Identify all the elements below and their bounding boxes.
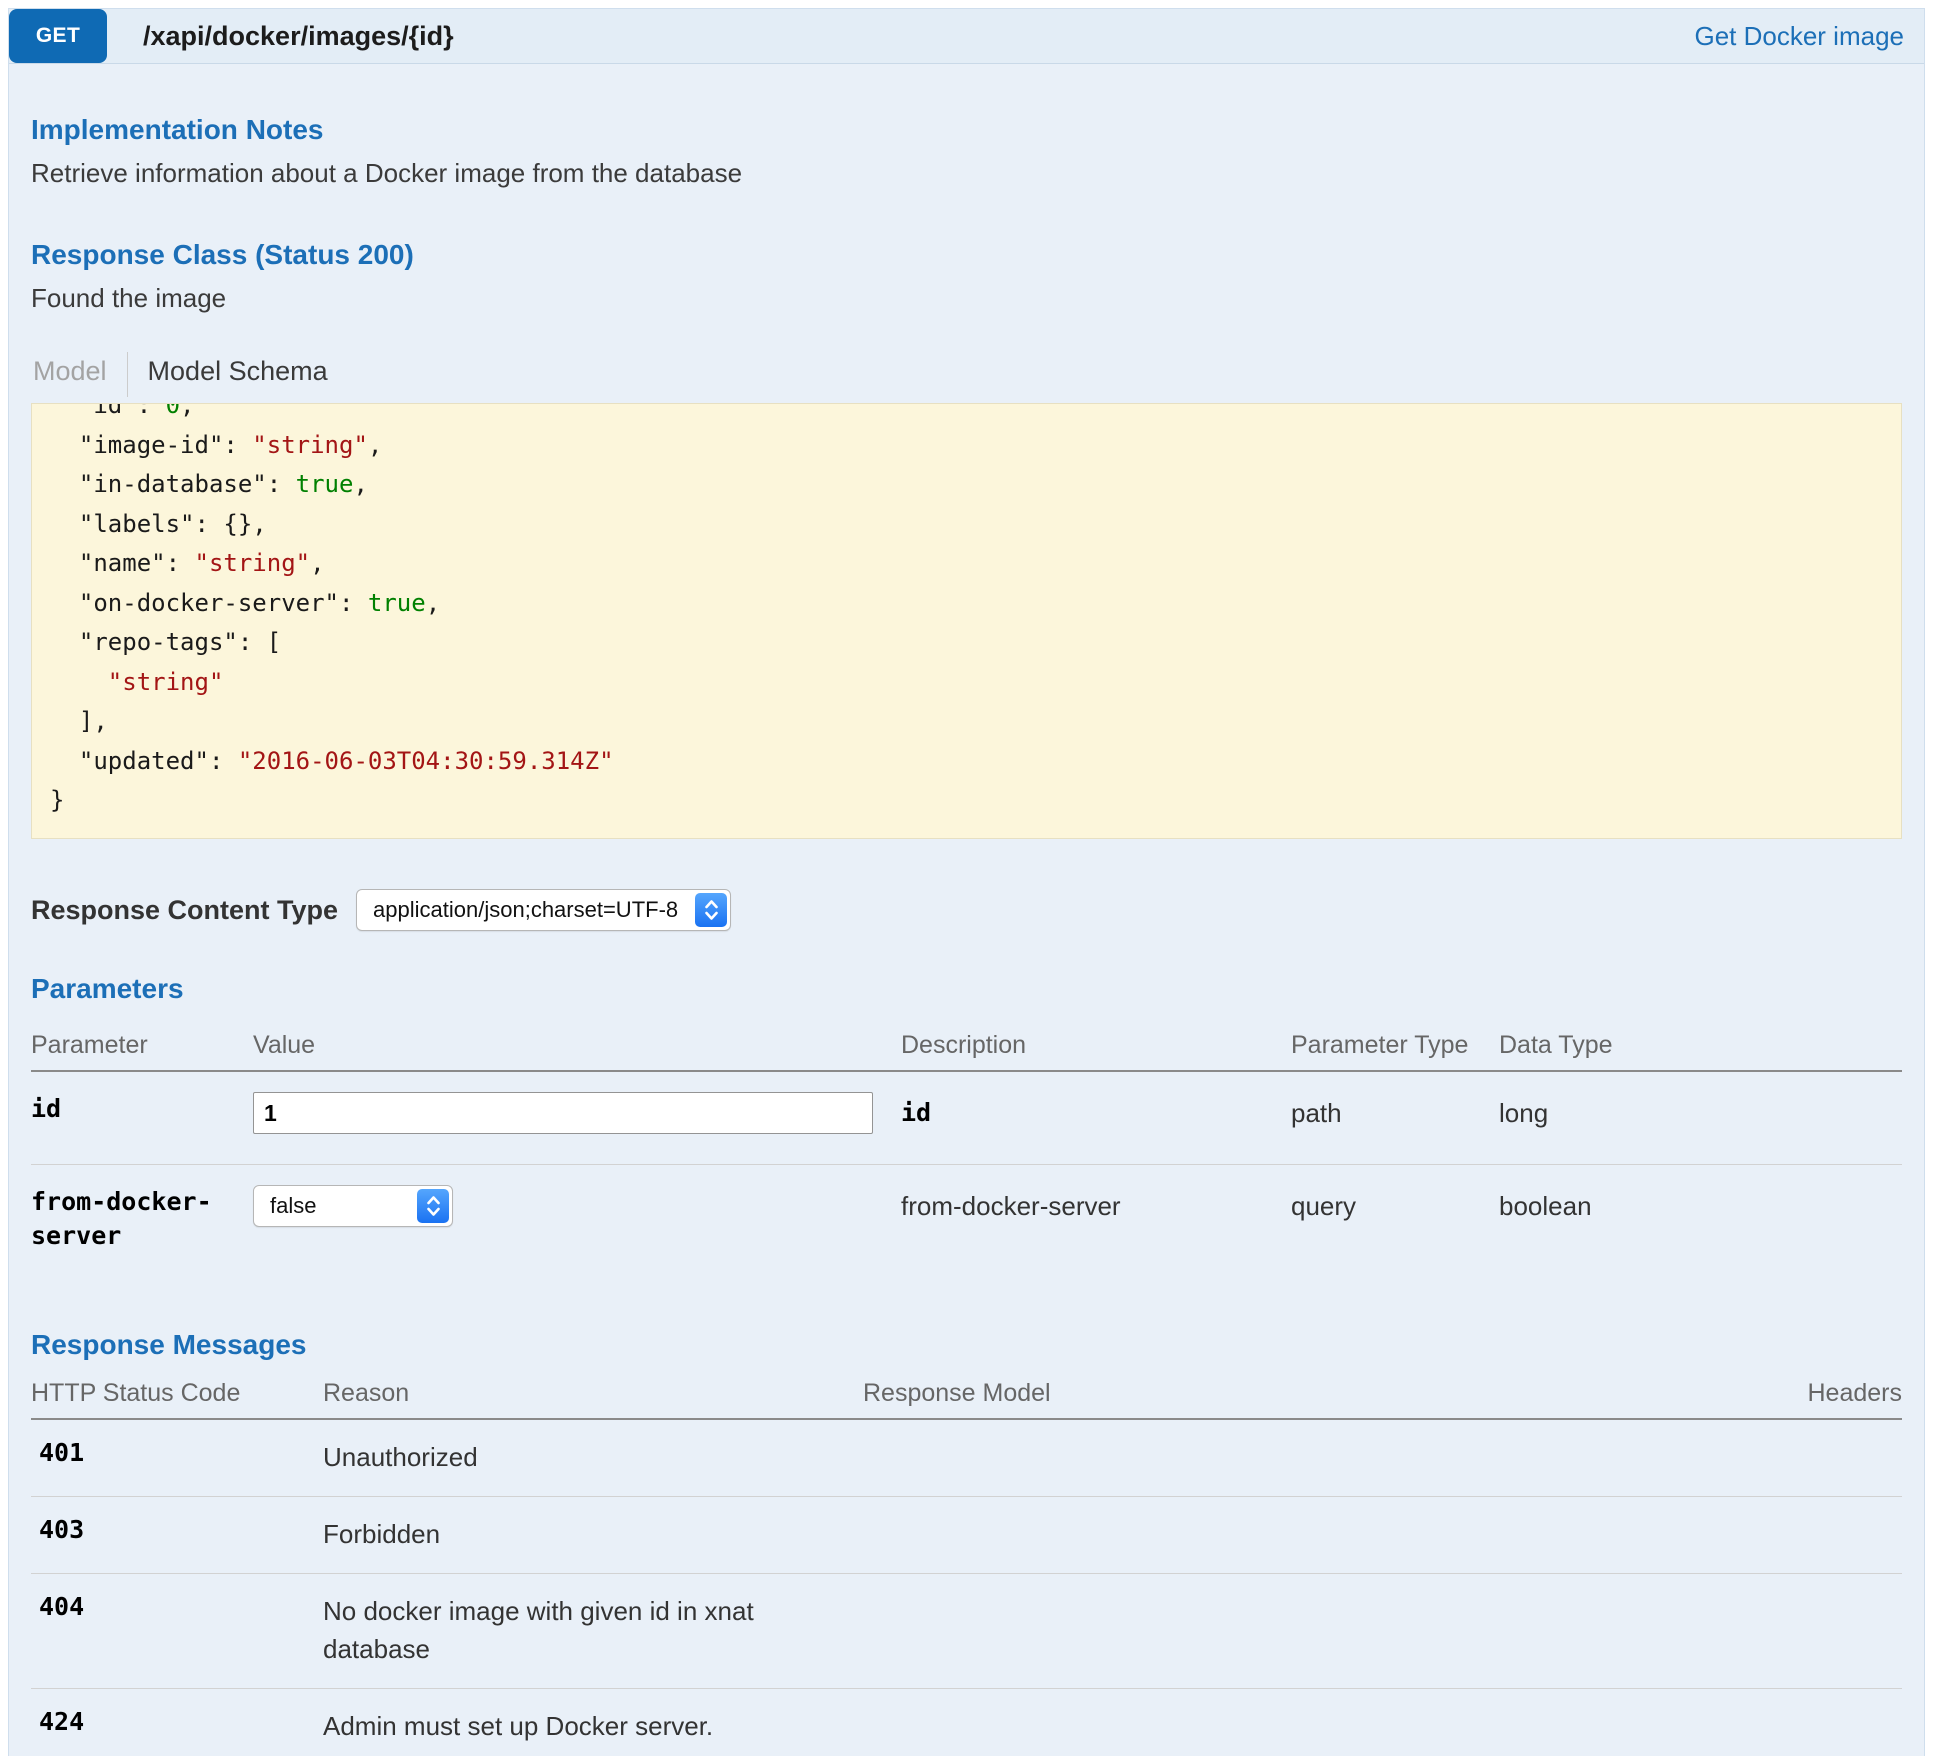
data-type: boolean (1499, 1191, 1592, 1221)
code-line: "image-id": "string", (50, 426, 1883, 466)
parameter-row-id: id id path long (31, 1072, 1902, 1164)
code-line: "on-docker-server": true, (50, 584, 1883, 624)
endpoint-path[interactable]: /xapi/docker/images/{id} (143, 21, 454, 52)
operation-heading-bar: GET /xapi/docker/images/{id} Get Docker … (9, 9, 1924, 64)
reason-text: Unauthorized (323, 1438, 793, 1476)
param-from-docker-server-value: false (254, 1193, 368, 1219)
code-line: "updated": "2016-06-03T04:30:59.314Z" (50, 742, 1883, 782)
status-code: 401 (31, 1438, 84, 1467)
model-schema-json: "id": 0, "image-id": "string", "in-datab… (50, 403, 1883, 821)
col-parameter: Parameter (31, 1031, 253, 1060)
col-description: Description (901, 1031, 1291, 1060)
code-line: "id": 0, (50, 403, 1883, 426)
parameter-description: id (901, 1098, 931, 1127)
param-id-input[interactable] (253, 1092, 873, 1134)
reason-text: Admin must set up Docker server. (323, 1707, 793, 1745)
http-method-badge[interactable]: GET (9, 9, 107, 63)
response-content-type-value: application/json;charset=UTF-8 (357, 897, 730, 923)
select-stepper-icon (695, 893, 727, 927)
parameter-type: path (1291, 1098, 1342, 1128)
response-content-type-select[interactable]: application/json;charset=UTF-8 (356, 889, 731, 931)
operation-panel: GET /xapi/docker/images/{id} Get Docker … (8, 8, 1925, 1756)
response-messages-table: HTTP Status Code Reason Response Model H… (31, 1361, 1902, 1756)
code-line: } (50, 781, 1883, 821)
parameter-name: from-docker-server (31, 1185, 231, 1253)
col-headers: Headers (1772, 1379, 1902, 1408)
parameter-description: from-docker-server (901, 1191, 1121, 1221)
model-tabs: Model Model Schema (31, 352, 1902, 397)
code-line: ], (50, 702, 1883, 742)
code-line: "in-database": true, (50, 465, 1883, 505)
status-code: 403 (31, 1515, 84, 1544)
col-parameter-type: Parameter Type (1291, 1031, 1499, 1060)
code-line: "labels": {}, (50, 505, 1883, 545)
response-message-row: 401 Unauthorized (31, 1420, 1902, 1496)
col-data-type: Data Type (1499, 1031, 1902, 1060)
operation-content: Implementation Notes Retrieve informatio… (9, 64, 1924, 1756)
col-http-status-code: HTTP Status Code (31, 1379, 323, 1408)
status-code: 404 (31, 1592, 84, 1621)
reason-text: No docker image with given id in xnat da… (323, 1592, 793, 1668)
implementation-notes-text: Retrieve information about a Docker imag… (31, 158, 1902, 189)
param-from-docker-server-select[interactable]: false (253, 1185, 453, 1227)
parameter-type: query (1291, 1191, 1356, 1221)
response-message-row: 424 Admin must set up Docker server. (31, 1688, 1902, 1756)
model-schema-code[interactable]: "id": 0, "image-id": "string", "in-datab… (31, 403, 1902, 839)
col-response-model: Response Model (863, 1379, 1772, 1408)
col-value: Value (253, 1031, 901, 1060)
parameter-name: id (31, 1092, 231, 1126)
parameters-table-header: Parameter Value Description Parameter Ty… (31, 1005, 1902, 1072)
tab-model[interactable]: Model (31, 352, 128, 397)
implementation-notes-heading: Implementation Notes (31, 114, 1902, 146)
parameter-row-from-docker-server: from-docker-server false from-docker-ser… (31, 1164, 1902, 1283)
response-content-type-label: Response Content Type (31, 895, 338, 926)
response-class-description: Found the image (31, 283, 1902, 314)
code-line: "name": "string", (50, 544, 1883, 584)
col-reason: Reason (323, 1379, 863, 1408)
response-messages-header: HTTP Status Code Reason Response Model H… (31, 1361, 1902, 1420)
response-message-row: 404 No docker image with given id in xnat… (31, 1573, 1902, 1688)
parameters-heading: Parameters (31, 973, 1902, 1005)
code-line: "repo-tags": [ (50, 623, 1883, 663)
response-content-type-row: Response Content Type application/json;c… (31, 889, 1902, 931)
tab-model-schema[interactable]: Model Schema (128, 352, 328, 397)
response-messages-heading: Response Messages (31, 1329, 1902, 1361)
data-type: long (1499, 1098, 1548, 1128)
response-message-row: 403 Forbidden (31, 1496, 1902, 1573)
reason-text: Forbidden (323, 1515, 793, 1553)
status-code: 424 (31, 1707, 84, 1736)
code-line: "string" (50, 663, 1883, 703)
operation-nickname-link[interactable]: Get Docker image (1694, 21, 1904, 52)
response-class-heading: Response Class (Status 200) (31, 239, 1902, 271)
parameters-table: Parameter Value Description Parameter Ty… (31, 1005, 1902, 1283)
select-stepper-icon (417, 1189, 449, 1223)
